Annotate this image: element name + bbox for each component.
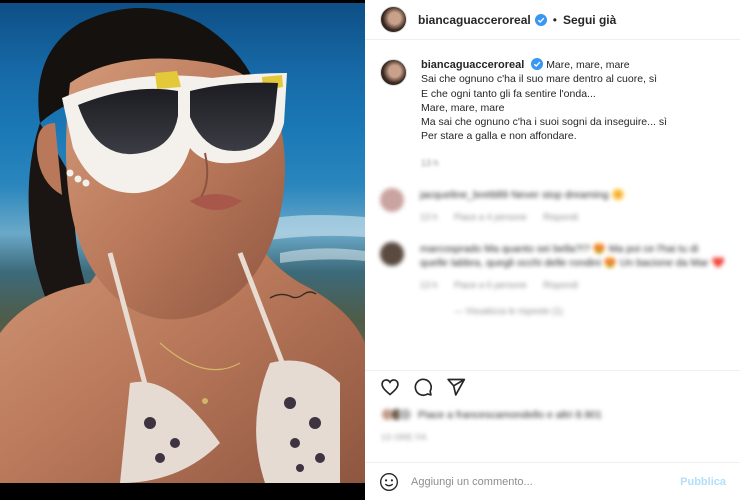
comment-item: jacqueline_bretti89 Never stop dreaming … [380, 188, 725, 224]
caption-line: E che ogni tanto gli fa sentire l'onda..… [421, 87, 596, 100]
follow-button[interactable]: Segui già [563, 13, 616, 27]
header-separator: • [552, 12, 557, 27]
commenter-avatar[interactable] [380, 188, 404, 213]
caption-username[interactable]: biancaguacceroreal [421, 59, 524, 71]
comment-icon[interactable] [413, 377, 433, 397]
action-bar [365, 370, 740, 402]
post-side-panel: biancaguacceroreal • Segui già biancagua… [365, 0, 740, 500]
view-replies-button[interactable]: — Visualizza le risposte (1) [454, 306, 725, 316]
caption-body: biancaguacceroreal Mare, mare, mare Sai … [421, 58, 667, 170]
likes-text: Piace a francescamondello e altri 8.901 [418, 408, 602, 421]
commenter-avatar[interactable] [380, 242, 404, 267]
likes-summary[interactable]: Piace a francescamondello e altri 8.901 [381, 408, 602, 421]
author-avatar[interactable] [380, 6, 407, 33]
post-date: 13 ORE FA [381, 432, 427, 442]
reply-button[interactable]: Rispondi [543, 280, 578, 290]
comment-time: 13 h [420, 280, 438, 291]
add-comment-bar: Pubblica [365, 462, 740, 500]
post-photo[interactable] [0, 3, 365, 483]
comments-list[interactable]: biancaguacceroreal Mare, mare, mare Sai … [365, 41, 740, 368]
instagram-post-modal: biancaguacceroreal • Segui già biancagua… [0, 0, 740, 500]
caption-time: 13 h [421, 157, 439, 168]
comment-text: marcosprado Ma quanto sei bella?!? 😍 Ma … [420, 243, 725, 270]
liker-avatar [399, 408, 412, 421]
reply-button[interactable]: Rispondi [543, 212, 578, 222]
comment-likes[interactable]: Piace a 6 persone [454, 280, 527, 290]
caption: biancaguacceroreal Mare, mare, mare Sai … [380, 58, 725, 170]
publish-button[interactable]: Pubblica [680, 476, 726, 488]
caption-line: Mare, mare, mare [546, 59, 630, 71]
comment-text: jacqueline_bretti89 Never stop dreaming … [420, 189, 625, 202]
caption-line: Mare, mare, mare [421, 101, 505, 114]
comment-likes[interactable]: Piace a 4 persone [454, 212, 527, 222]
paper-plane-icon[interactable] [446, 377, 466, 397]
post-photo-illustration [0, 8, 365, 483]
post-header: biancaguacceroreal • Segui già [365, 0, 740, 40]
author-username[interactable]: biancaguacceroreal [418, 13, 531, 27]
caption-line: Sai che ognuno c'ha il suo mare dentro a… [421, 73, 658, 86]
comment-item: marcosprado Ma quanto sei bella?!? 😍 Ma … [380, 242, 725, 292]
caption-line: Ma sai che ognuno c'ha i suoi sogni da i… [421, 116, 667, 129]
heart-icon[interactable] [380, 377, 400, 397]
verified-badge-icon [531, 58, 544, 70]
comment-time: 13 h [420, 212, 438, 223]
emoji-icon[interactable] [379, 472, 399, 492]
caption-line: Per stare a galla e non affondare. [421, 130, 577, 143]
verified-badge-icon [534, 13, 547, 26]
comment-input[interactable] [411, 475, 681, 488]
caption-avatar[interactable] [380, 59, 407, 86]
